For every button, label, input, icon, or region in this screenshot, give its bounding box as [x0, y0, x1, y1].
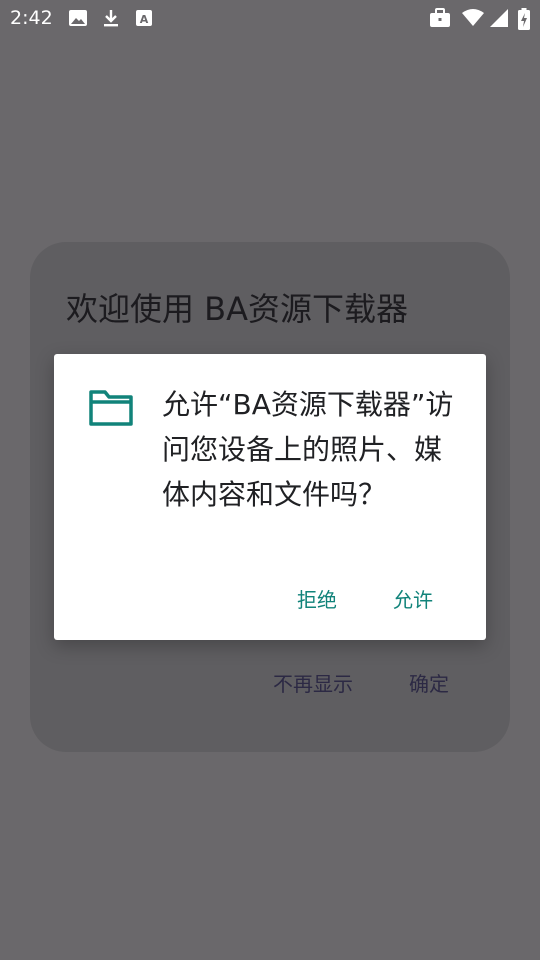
- ok-button: 确定: [409, 672, 449, 696]
- font-icon: A: [136, 10, 152, 26]
- dont-show-again-button: 不再显示: [273, 672, 353, 696]
- image-icon: [69, 10, 87, 26]
- briefcase-icon: [430, 8, 450, 27]
- allow-button[interactable]: 允许: [393, 584, 433, 613]
- folder-icon: [89, 390, 133, 426]
- wifi-icon: [462, 9, 484, 26]
- signal-icon: [490, 9, 508, 27]
- welcome-dialog-title: 欢迎使用 BA资源下载器: [66, 290, 409, 328]
- svg-text:A: A: [140, 13, 149, 26]
- deny-button[interactable]: 拒绝: [297, 584, 337, 613]
- permission-message: 允许“BA资源下载器”访问您设备上的照片、媒体内容和文件吗？: [162, 388, 454, 511]
- status-time: 2:42: [10, 7, 53, 29]
- permission-dialog: 允许“BA资源下载器”访问您设备上的照片、媒体内容和文件吗？ 拒绝 允许: [54, 354, 486, 640]
- status-bar: 2:42 A: [0, 0, 540, 36]
- download-icon: [104, 10, 118, 27]
- battery-charging-icon: [518, 8, 530, 30]
